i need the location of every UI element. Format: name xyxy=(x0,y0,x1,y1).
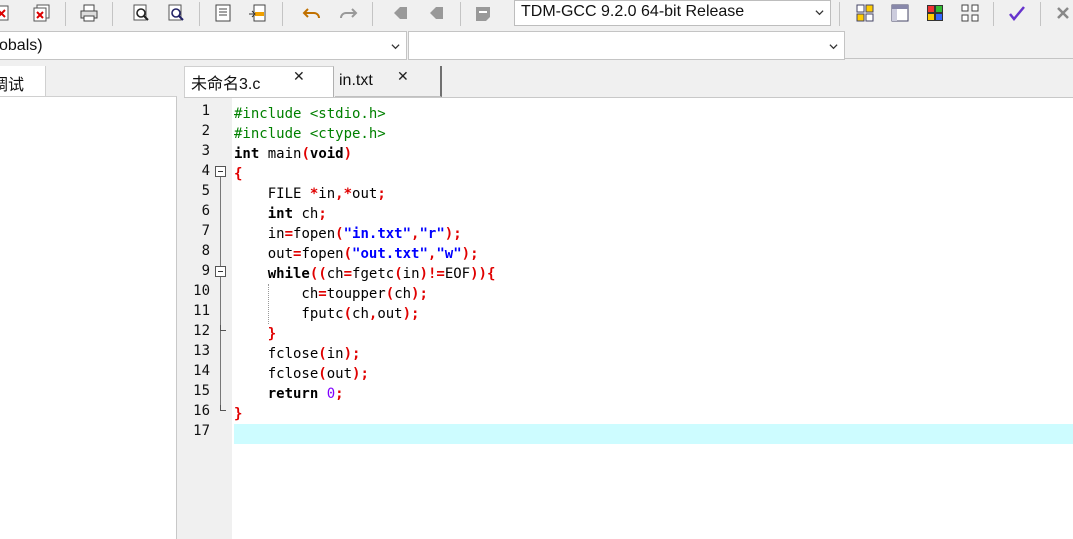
indent-guide xyxy=(268,284,269,324)
goto-line-icon[interactable] xyxy=(248,3,268,23)
toolbar-separator xyxy=(993,2,994,26)
grid-icon[interactable] xyxy=(960,3,980,23)
line-number: 11 xyxy=(193,303,210,319)
main-toolbar: TDM-GCC 9.2.0 64-bit Release xyxy=(0,0,1073,28)
left-tabstrip xyxy=(46,66,176,96)
fold-toggle-icon[interactable] xyxy=(215,266,226,277)
code-line[interactable]: } xyxy=(234,404,1073,424)
code-editor[interactable]: 1 2 3 4 5 6 7 8 9 10 11 12 13 14 15 16 17 #include <stdi… xyxy=(184,97,1073,539)
close-icon[interactable]: ✕ xyxy=(293,68,305,85)
code-line[interactable]: int ch; xyxy=(234,204,1073,224)
check-icon[interactable] xyxy=(1007,3,1027,23)
line-number: 9 xyxy=(201,263,210,279)
tab-in-txt[interactable]: in.txt ✕ xyxy=(335,66,442,97)
scope-select-value: obals) xyxy=(0,37,43,54)
line-number: 2 xyxy=(201,123,210,139)
compiler-select-value: TDM-GCC 9.2.0 64-bit Release xyxy=(521,3,745,20)
scope-bar: obals) xyxy=(0,28,1073,64)
line-number: 8 xyxy=(201,243,210,259)
panel-splitter[interactable] xyxy=(177,66,184,539)
indent-right-icon[interactable] xyxy=(426,3,446,23)
code-line[interactable]: int main(void) xyxy=(234,144,1073,164)
symbol-select[interactable] xyxy=(408,31,845,60)
line-number: 15 xyxy=(193,383,210,399)
toolbar-separator xyxy=(199,2,200,26)
code-line[interactable]: ch=toupper(ch); xyxy=(234,284,1073,304)
line-number: 7 xyxy=(201,223,210,239)
fold-toggle-icon[interactable] xyxy=(215,166,226,177)
fold-line xyxy=(220,277,221,325)
color-grid-icon[interactable] xyxy=(925,3,945,23)
print-icon[interactable] xyxy=(79,3,99,23)
close-icon[interactable] xyxy=(1053,3,1073,23)
chevron-down-icon xyxy=(391,44,400,50)
toolbar-separator xyxy=(282,2,283,26)
code-line[interactable]: #include <stdio.h> xyxy=(234,104,1073,124)
list-icon[interactable] xyxy=(213,3,233,23)
fold-end-marker xyxy=(220,405,226,411)
chevron-down-icon xyxy=(815,10,824,16)
close-all-icon[interactable] xyxy=(32,3,52,23)
code-line[interactable]: return 0; xyxy=(234,384,1073,404)
toolbar-separator xyxy=(460,2,461,26)
line-number: 14 xyxy=(193,363,210,379)
toolbar-separator xyxy=(65,2,66,26)
code-line[interactable]: FILE *in,*out; xyxy=(234,184,1073,204)
tab-main-c[interactable]: 未命名3.c ✕ xyxy=(184,66,334,97)
undo-icon[interactable] xyxy=(302,3,322,23)
close-file-icon[interactable] xyxy=(0,3,12,23)
code-line[interactable]: out=fopen("out.txt","w"); xyxy=(234,244,1073,264)
left-panel xyxy=(0,96,177,539)
toolbar-separator xyxy=(1040,2,1041,26)
code-line[interactable]: } xyxy=(234,324,1073,344)
toolbar-separator xyxy=(112,2,113,26)
line-number-gutter: 1 2 3 4 5 6 7 8 9 10 11 12 13 14 15 16 17 xyxy=(184,98,232,539)
indent-left-icon[interactable] xyxy=(390,3,410,23)
current-line[interactable] xyxy=(234,424,1073,444)
line-number: 1 xyxy=(201,103,210,119)
tab-debug[interactable]: 调试 xyxy=(0,66,46,96)
toolbar-separator xyxy=(372,2,373,26)
close-icon[interactable]: ✕ xyxy=(397,68,409,85)
code-line[interactable]: in=fopen("in.txt","r"); xyxy=(234,224,1073,244)
replace-icon[interactable] xyxy=(166,3,186,23)
redo-icon[interactable] xyxy=(338,3,358,23)
compiler-select[interactable]: TDM-GCC 9.2.0 64-bit Release xyxy=(514,0,831,26)
comment-icon[interactable] xyxy=(473,3,493,23)
code-line[interactable]: #include <ctype.h> xyxy=(234,124,1073,144)
line-number: 17 xyxy=(193,423,210,439)
tab-debug-label: 调试 xyxy=(0,77,25,94)
line-number: 3 xyxy=(201,143,210,159)
line-number: 16 xyxy=(193,403,210,419)
fold-end-marker xyxy=(220,325,226,331)
line-number: 6 xyxy=(201,203,210,219)
scope-select[interactable]: obals) xyxy=(0,31,407,60)
tab-main-c-label: 未命名3.c xyxy=(191,76,261,93)
code-line[interactable]: fclose(out); xyxy=(234,364,1073,384)
code-line[interactable]: fclose(in); xyxy=(234,344,1073,364)
divider xyxy=(845,58,1073,59)
code-line[interactable]: while((ch=fgetc(in)!=EOF)){ xyxy=(234,264,1073,284)
tab-in-txt-label: in.txt xyxy=(339,72,373,89)
line-number: 13 xyxy=(193,343,210,359)
line-number: 10 xyxy=(193,283,210,299)
tile-windows-icon[interactable] xyxy=(855,3,875,23)
find-icon[interactable] xyxy=(131,3,151,23)
line-number: 4 xyxy=(201,163,210,179)
chevron-down-icon xyxy=(829,44,838,50)
toolbar-separator xyxy=(839,2,840,26)
code-line[interactable]: fputc(ch,out); xyxy=(234,304,1073,324)
line-number: 12 xyxy=(193,323,210,339)
line-number: 5 xyxy=(201,183,210,199)
code-line[interactable]: { xyxy=(234,164,1073,184)
window-icon[interactable] xyxy=(890,3,910,23)
